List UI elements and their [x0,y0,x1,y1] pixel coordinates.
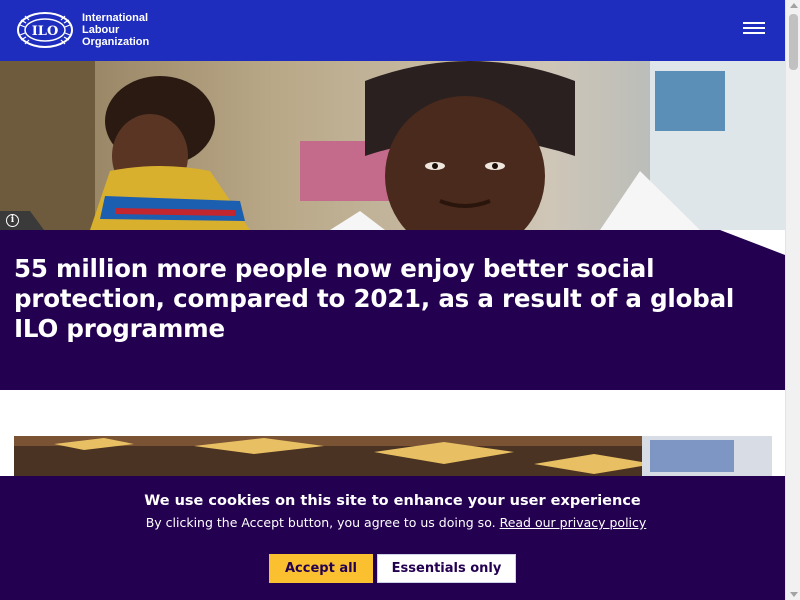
hamburger-icon [743,22,765,24]
cookie-banner: We use cookies on this site to enhance y… [0,476,785,600]
essentials-only-button[interactable]: Essentials only [377,554,516,583]
secondary-image [14,436,772,476]
privacy-policy-link[interactable]: Read our privacy policy [500,515,647,530]
hamburger-menu-button[interactable] [743,22,765,38]
page-title[interactable]: 55 million more people now enjoy better … [14,254,779,344]
scroll-up-icon[interactable] [790,3,798,8]
ilo-logo[interactable]: ILO International Labour Organization [16,11,172,49]
svg-text:ILO: ILO [32,24,59,39]
cookie-title: We use cookies on this site to enhance y… [144,493,641,509]
conference-photo [14,436,772,476]
ilo-emblem-icon: ILO [17,12,73,48]
logo-line: Labour [82,24,120,36]
hero-image [0,61,785,230]
vertical-scrollbar[interactable] [785,0,800,600]
site-header: ILO International Labour Organization [0,0,785,61]
hamburger-icon-bar [743,32,765,34]
content-spacer [0,390,785,436]
hero-photo [0,61,785,230]
accept-all-button[interactable]: Accept all [269,554,373,583]
scroll-thumb[interactable] [789,14,798,70]
hamburger-icon-bar [743,27,765,29]
logo-line: Organization [82,36,150,48]
logo-line: International [82,12,149,24]
logo-wordmark: International Labour Organization [82,12,172,48]
page: ILO International Labour Organization i … [0,0,785,600]
info-icon: i [6,214,19,227]
cookie-message: By clicking the Accept button, you agree… [0,515,785,530]
cookie-text: By clicking the Accept button, you agree… [145,515,496,530]
scroll-down-icon[interactable] [790,592,798,597]
